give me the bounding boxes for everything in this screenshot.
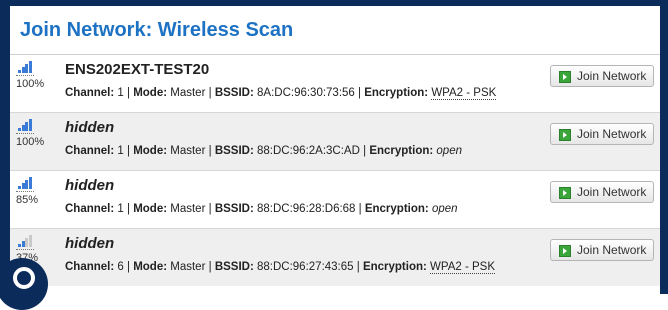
bssid-label: BSSID: [214,145,254,157]
encryption-label: Encryption: [362,261,427,273]
encryption-label: Encryption: [364,87,429,99]
join-icon [559,71,571,83]
network-row: 100% ENS202EXT-TEST20 Channel: 1 | Mode:… [10,55,660,113]
channel-value: 1 [117,145,124,157]
signal-divider [16,249,34,250]
signal-percent: 100% [16,78,45,90]
network-details: Channel: 1 | Mode: Master | BSSID: 8A:DC… [65,87,497,100]
signal-divider [16,75,34,76]
encryption-value: WPA2 - PSK [430,261,495,274]
signal-divider [16,191,34,192]
bssid-value: 8A:DC:96:30:73:56 [257,87,355,99]
signal-bars-icon [18,119,32,131]
mode-label: Mode: [133,261,168,273]
network-row: 100% hidden Channel: 1 | Mode: Master | … [10,113,660,171]
mode-label: Mode: [133,203,168,215]
join-network-label: Join Network [577,185,647,199]
mode-value: Master [170,87,206,99]
network-details: Channel: 1 | Mode: Master | BSSID: 88:DC… [65,145,462,157]
network-details: Channel: 6 | Mode: Master | BSSID: 88:DC… [65,261,495,274]
signal-indicator: 85% [16,177,38,206]
join-icon [559,187,571,199]
signal-divider [16,133,34,134]
mode-value: Master [170,261,206,273]
bssid-label: BSSID: [214,261,254,273]
join-icon [559,129,571,141]
network-ssid: hidden [65,235,115,252]
encryption-label: Encryption: [369,145,434,157]
bssid-value: 88:DC:96:2A:3C:AD [257,145,360,157]
brand-logo [0,258,48,310]
join-network-label: Join Network [577,243,647,257]
bssid-value: 88:DC:96:28:D6:68 [257,203,356,215]
channel-label: Channel: [65,145,115,157]
channel-value: 1 [117,203,124,215]
bssid-value: 88:DC:96:27:43:65 [257,261,354,273]
channel-label: Channel: [65,87,115,99]
mode-label: Mode: [133,87,168,99]
signal-bars-icon [18,177,32,189]
signal-percent: 85% [16,194,39,206]
mode-value: Master [170,145,206,157]
join-network-label: Join Network [577,127,647,141]
encryption-label: Encryption: [364,203,429,215]
signal-indicator: 100% [16,61,45,90]
join-network-button[interactable]: Join Network [550,65,654,87]
join-icon [559,245,571,257]
join-network-button[interactable]: Join Network [550,239,654,261]
network-row: 85% hidden Channel: 1 | Mode: Master | B… [10,171,660,229]
page-frame: Join Network: Wireless Scan 100% ENS202E… [0,0,668,310]
signal-bar [28,177,32,189]
signal-bar [28,235,32,247]
network-details: Channel: 1 | Mode: Master | BSSID: 88:DC… [65,203,458,215]
signal-indicator: 100% [16,119,45,148]
mode-label: Mode: [133,145,168,157]
signal-bar [28,61,32,73]
join-network-button[interactable]: Join Network [550,181,654,203]
page-title: Join Network: Wireless Scan [10,6,660,55]
signal-percent: 100% [16,136,45,148]
channel-value: 1 [117,87,124,99]
signal-bars-icon [18,61,32,73]
encryption-value: open [431,203,458,215]
scan-panel: Join Network: Wireless Scan 100% ENS202E… [10,6,660,294]
bssid-label: BSSID: [214,87,254,99]
signal-bar [28,119,32,131]
channel-value: 6 [117,261,124,273]
network-ssid: hidden [65,119,115,136]
bssid-label: BSSID: [214,203,254,215]
signal-bars-icon [18,235,32,247]
encryption-value: WPA2 - PSK [431,87,497,100]
network-row: 37% hidden Channel: 6 | Mode: Master | B… [10,229,660,286]
join-network-button[interactable]: Join Network [550,123,654,145]
channel-label: Channel: [65,261,115,273]
network-ssid: ENS202EXT-TEST20 [65,61,210,78]
network-ssid: hidden [65,177,115,194]
join-network-label: Join Network [577,69,647,83]
encryption-value: open [436,145,462,157]
mode-value: Master [170,203,206,215]
channel-label: Channel: [65,203,115,215]
